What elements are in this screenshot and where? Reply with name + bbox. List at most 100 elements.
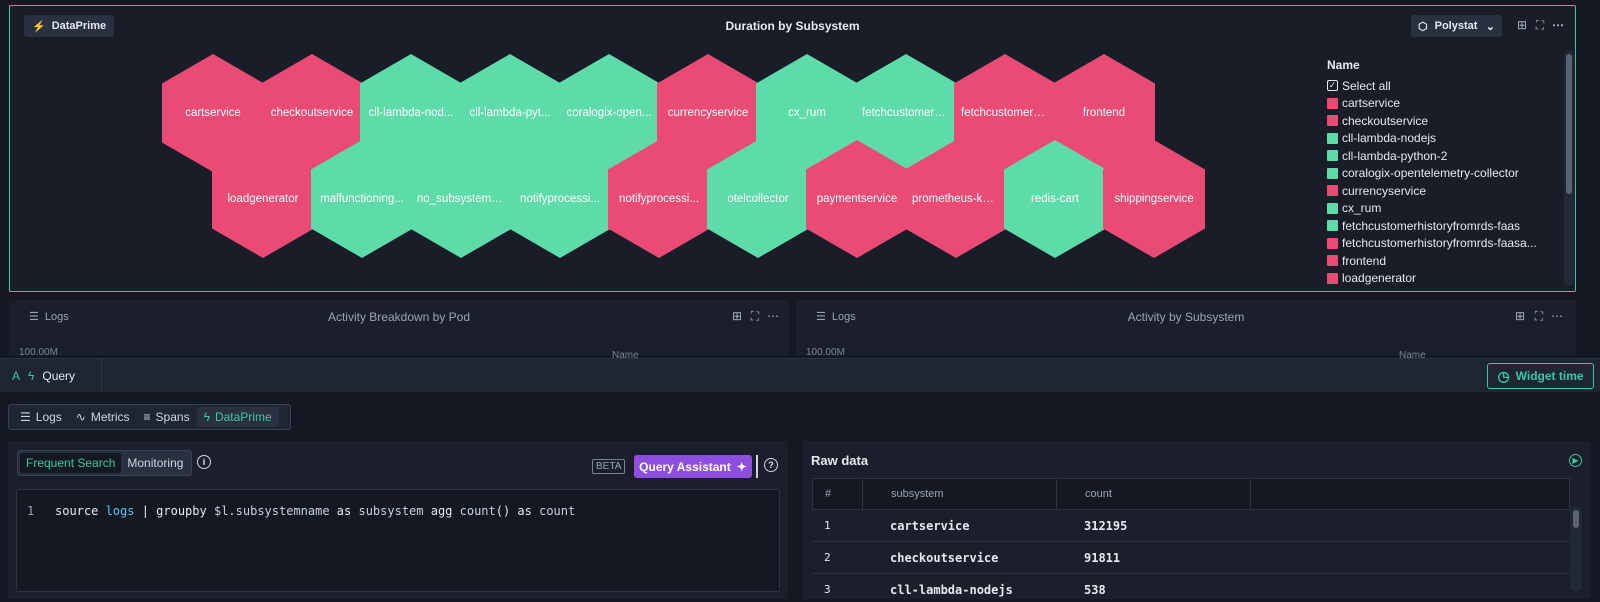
query-token: agg	[423, 504, 460, 518]
mode-frequent-search[interactable]: Frequent Search	[20, 453, 122, 473]
text-icon: A	[12, 369, 21, 383]
bolt-icon: ϟ	[203, 410, 210, 424]
hex-label: fetchcustomerh...	[862, 107, 950, 119]
table-cell: 538	[1084, 582, 1106, 597]
chevron-down-icon: ⌄	[1485, 20, 1495, 33]
query-token: count	[459, 504, 496, 518]
color-swatch	[1327, 115, 1338, 127]
export-icon[interactable]: ⊞	[1514, 310, 1526, 322]
table-row[interactable]: 1 cartservice 312195	[812, 510, 1570, 542]
query-assistant-button[interactable]: Query Assistant ✦	[634, 455, 752, 478]
table-cell: 91811	[1084, 550, 1121, 565]
hex-label: notifyprocessi...	[619, 193, 699, 205]
table-cell: 1	[824, 519, 831, 532]
dataprime-badge[interactable]: ⚡ DataPrime	[24, 15, 115, 37]
legend-item[interactable]: fetchcustomerhistoryfromrds-faasa...	[1327, 235, 1557, 253]
legend-item-label: checkoutservice	[1342, 113, 1429, 128]
column-header[interactable]: #	[813, 479, 863, 509]
bolt-icon: ϟ	[28, 369, 35, 383]
help-icon[interactable]: ?	[764, 458, 778, 472]
export-icon[interactable]: ⊞	[731, 310, 743, 322]
legend-item[interactable]: cartservice	[1327, 95, 1557, 113]
fullscreen-icon[interactable]: ⛶	[1533, 310, 1545, 322]
tab-query[interactable]: A ϟ Query	[0, 359, 102, 393]
mode-monitoring[interactable]: Monitoring	[121, 453, 189, 473]
color-swatch	[1327, 185, 1338, 197]
legend-scrollbar[interactable]	[1564, 50, 1574, 286]
hex-label: cartservice	[185, 107, 241, 119]
polystat-widget: ⚡ DataPrime Duration by Subsystem ⬡ Poly…	[9, 5, 1576, 292]
widget-time-label: Widget time	[1515, 369, 1584, 383]
panel-title: Activity by Subsystem	[1127, 310, 1245, 324]
query-type-dataprime[interactable]: ϟ DataPrime	[196, 407, 279, 427]
legend-item-label: coralogix-opentelemetry-collector	[1342, 166, 1519, 181]
table-row[interactable]: 3 cll-lambda-nodejs 538	[812, 574, 1570, 599]
raw-data-table: # subsystem count 1 cartservice 312195 2 che…	[812, 478, 1570, 599]
legend-item[interactable]: cx_rum	[1327, 200, 1557, 218]
query-text[interactable]: source logs | groupby $l.subsystemname a…	[55, 504, 575, 518]
fullscreen-icon[interactable]: ⛶	[1534, 19, 1546, 31]
legend-item-label: fetchcustomerhistoryfromrds-faas	[1342, 218, 1521, 233]
query-type-selector: ☰ Logs ∿ Metrics ≡ Spans ϟ DataPrime	[8, 404, 291, 430]
raw-data-panel: Raw data ▶ # subsystem count 1 cartservic…	[803, 441, 1591, 599]
query-token: count	[539, 504, 576, 518]
hex-label: redis-cart	[1031, 193, 1079, 205]
legend-item[interactable]: loadgenerator	[1327, 270, 1557, 288]
legend-item[interactable]: checkoutservice	[1327, 112, 1557, 130]
fullscreen-icon[interactable]: ⛶	[749, 310, 761, 322]
scrollbar-thumb[interactable]	[1566, 54, 1572, 194]
widget-time-button[interactable]: ◷ Widget time	[1487, 363, 1594, 389]
viz-type-select[interactable]: ⬡ Polystat ⌄	[1411, 15, 1502, 37]
table-cell: cll-lambda-nodejs	[890, 582, 1013, 597]
hex-label: prometheus-kub...	[912, 193, 1000, 205]
query-type-logs[interactable]: ☰ Logs	[13, 407, 69, 427]
hex-label: frontend	[1082, 107, 1126, 119]
column-header[interactable]: subsystem	[863, 479, 1057, 509]
query-bar: A ϟ Query ◷ Widget time	[0, 358, 1600, 393]
table-scrollbar[interactable]	[1570, 507, 1582, 591]
legend-item[interactable]: currencyservice	[1327, 182, 1557, 200]
color-swatch	[1327, 97, 1338, 109]
table-cell: 3	[824, 583, 831, 596]
hex-label: loadgenerator	[227, 193, 299, 205]
query-type-spans[interactable]: ≡ Spans	[137, 407, 197, 427]
legend-item-label: loadgenerator	[1342, 271, 1417, 286]
hex-label: cx_rum	[788, 107, 826, 119]
query-token: as	[329, 504, 359, 518]
bolt-icon: ⚡	[32, 20, 46, 33]
query-token: ()	[495, 504, 511, 518]
query-token: | groupby	[134, 504, 214, 518]
more-icon[interactable]: ⋯	[1551, 310, 1563, 322]
export-icon[interactable]: ⊞	[1516, 19, 1528, 31]
column-header[interactable]: count	[1057, 479, 1251, 509]
query-type-metrics[interactable]: ∿ Metrics	[69, 407, 137, 427]
select-all-label: Select all	[1342, 78, 1391, 93]
legend-item[interactable]: frontend	[1327, 252, 1557, 270]
scrollbar-thumb[interactable]	[1573, 510, 1579, 528]
legend-item[interactable]: cll-lambda-python-2	[1327, 147, 1557, 165]
hex-label: currencyservice	[667, 107, 749, 119]
query-input[interactable]: 1 source logs | groupby $l.subsystemname…	[16, 489, 780, 592]
legend-select-all[interactable]: ✓ Select all	[1327, 77, 1557, 95]
color-swatch	[1327, 255, 1338, 267]
play-icon[interactable]: ▶	[1569, 454, 1582, 467]
query-type-label: DataPrime	[214, 410, 272, 424]
list-icon: ☰	[20, 410, 31, 424]
bars-icon: ≡	[143, 410, 151, 424]
legend-item[interactable]: fetchcustomerhistoryfromrds-faas	[1327, 217, 1557, 235]
hex-label: cll-lambda-nod...	[368, 107, 454, 119]
info-icon[interactable]: i	[197, 455, 211, 469]
hex-label: checkoutservice	[270, 107, 354, 119]
table-row[interactable]: 2 checkoutservice 91811	[812, 542, 1570, 574]
query-token: subsystem	[358, 504, 424, 518]
color-swatch	[1327, 202, 1338, 214]
hex-label: cll-lambda-pyt...	[469, 107, 551, 119]
more-icon[interactable]: ⋯	[767, 310, 779, 322]
hex-label: malfunctioning...	[320, 193, 404, 205]
checkbox-icon: ✓	[1327, 80, 1338, 92]
more-icon[interactable]: ⋯	[1552, 19, 1564, 31]
legend-item[interactable]: coralogix-opentelemetry-collector	[1327, 165, 1557, 183]
polystat-icon: ⬡	[1418, 20, 1428, 33]
legend-item[interactable]: cll-lambda-nodejs	[1327, 130, 1557, 148]
hex-label: no_subsystem_n...	[417, 193, 505, 205]
